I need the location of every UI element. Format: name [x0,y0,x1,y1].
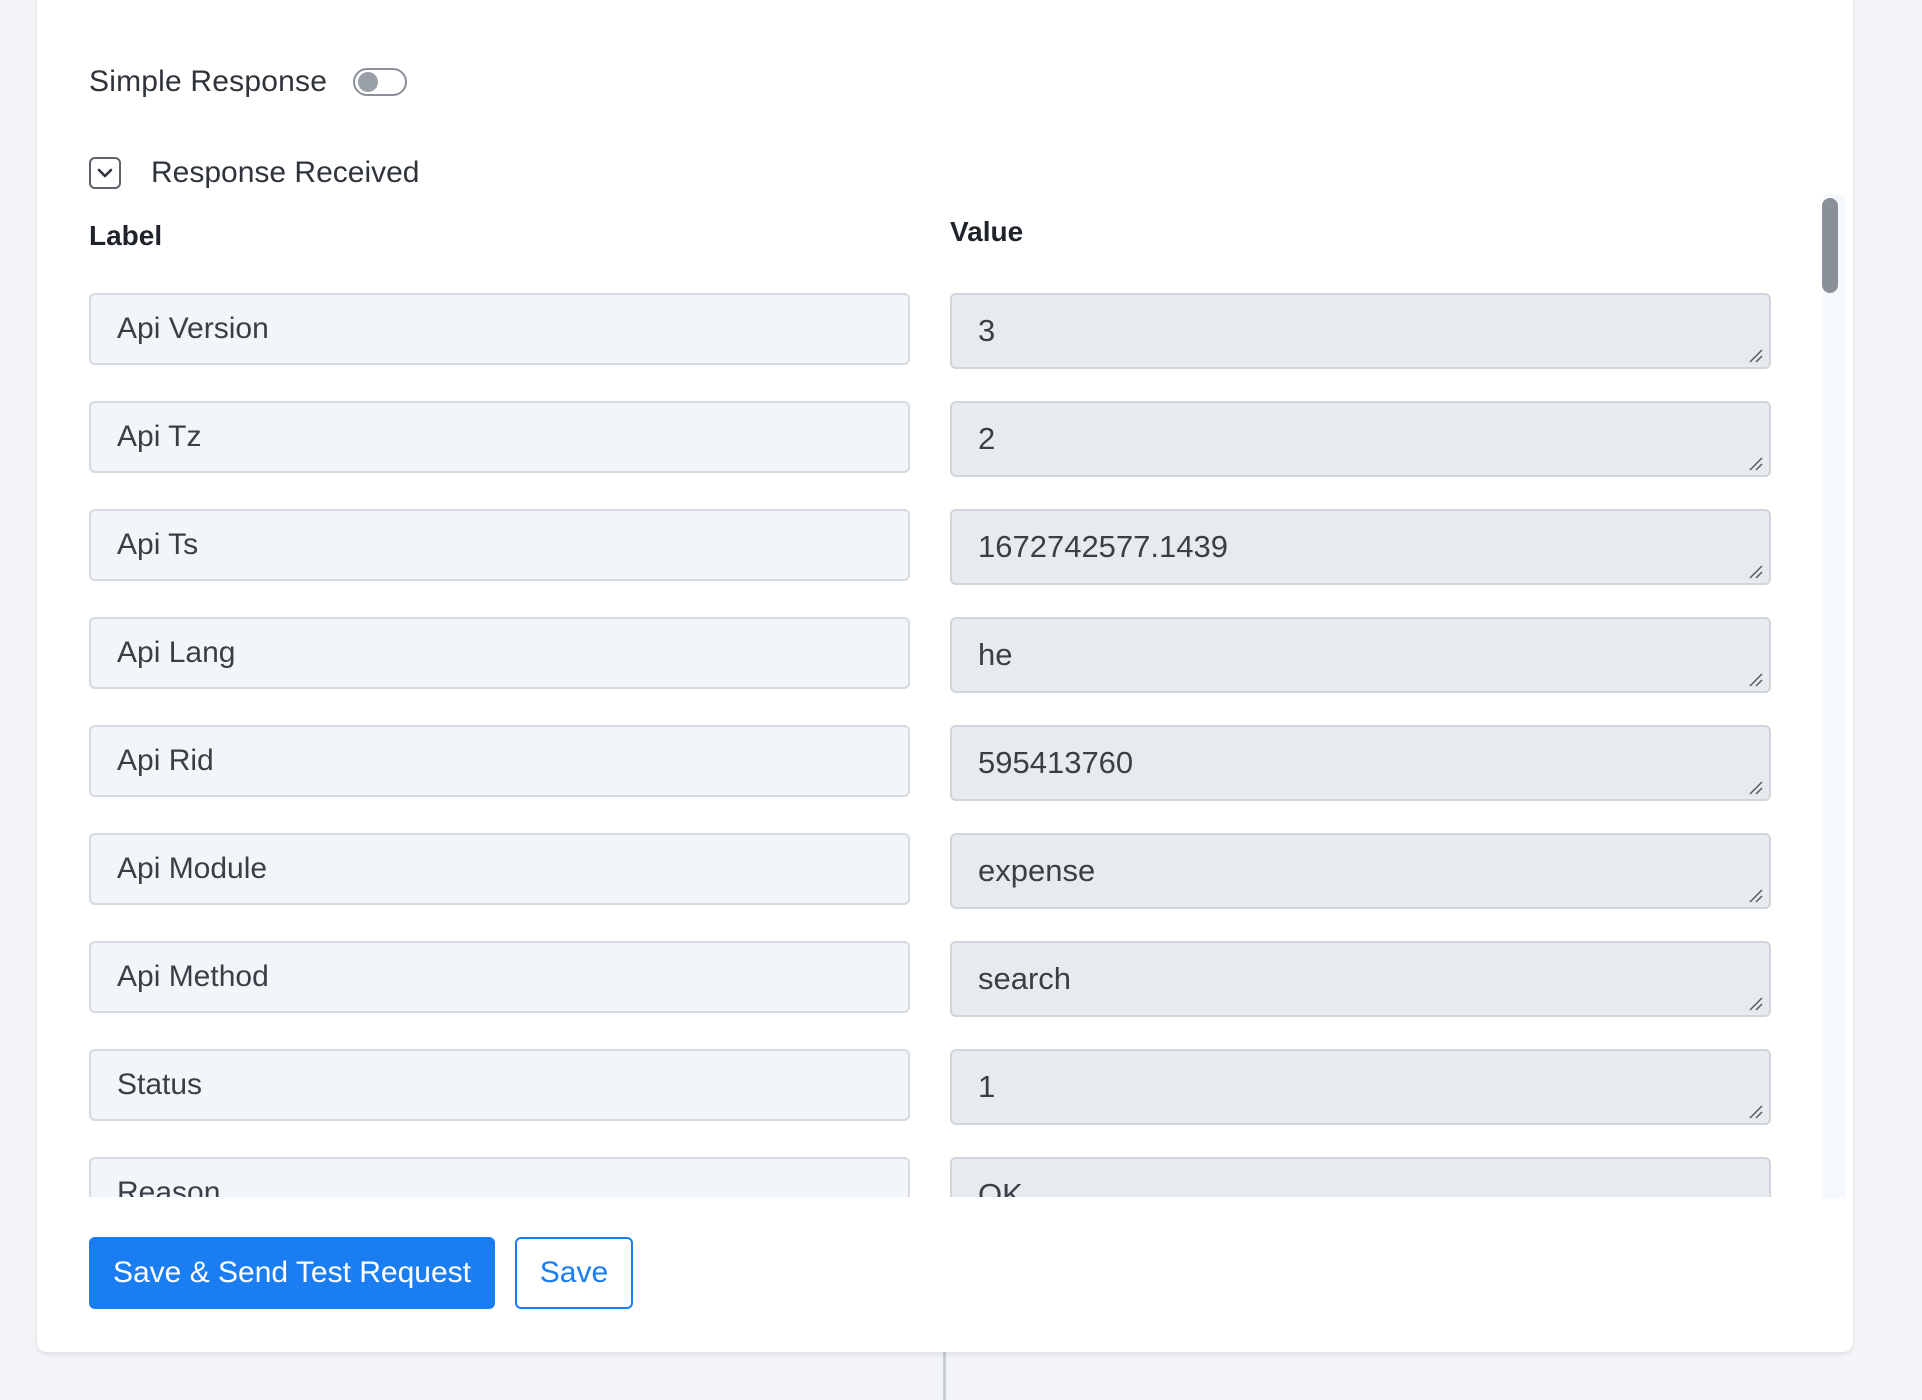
row-value-text: expense [978,853,1096,888]
resize-grip-icon[interactable] [1747,779,1763,795]
response-received-row: Response Received [89,153,420,193]
response-received-collapse-toggle[interactable] [89,157,121,189]
row-value-text: 595413760 [978,745,1134,780]
row-value-text: search [978,961,1072,996]
resize-grip-icon[interactable] [1747,347,1763,363]
row-label-field[interactable]: Api Version [89,293,910,365]
rows-scrollbar-track[interactable] [1823,195,1845,1198]
row-value-field[interactable]: search [950,941,1771,1017]
row-value-text: 1672742577.1439 [978,529,1228,564]
row-label-field[interactable]: Api Ts [89,509,910,581]
response-row: Status 1 [89,1049,1811,1127]
label-column-header: Label [89,220,163,251]
row-label-field[interactable]: Api Rid [89,725,910,797]
chevron-down-icon [97,168,113,178]
response-row: Api Version 3 [89,293,1811,371]
row-value-text: 1 [978,1069,996,1104]
row-label-field[interactable]: Api Lang [89,617,910,689]
row-value-field[interactable]: he [950,617,1771,693]
row-value-text: 2 [978,421,996,456]
row-label-field[interactable]: Api Method [89,941,910,1013]
response-row: Reason OK [89,1157,1811,1197]
response-rows-list: Api Version 3 Api Tz 2 Api Ts 1672742577… [89,293,1811,1197]
row-value-text: OK [978,1177,1023,1197]
row-value-field[interactable]: 1672742577.1439 [950,509,1771,585]
row-value-field[interactable]: OK [950,1157,1771,1197]
simple-response-label: Simple Response [89,65,328,98]
response-row: Api Tz 2 [89,401,1811,479]
row-value-text: he [978,637,1013,672]
row-label-field[interactable]: Api Tz [89,401,910,473]
resize-grip-icon[interactable] [1747,1103,1763,1119]
response-row: Api Lang he [89,617,1811,695]
response-row: Api Ts 1672742577.1439 [89,509,1811,587]
row-label-field[interactable]: Api Module [89,833,910,905]
response-row: Api Rid 595413760 [89,725,1811,803]
row-value-field[interactable]: 1 [950,1049,1771,1125]
response-card: Simple Response Response Received Label … [37,0,1853,1352]
resize-grip-icon[interactable] [1747,995,1763,1011]
save-button[interactable]: Save [515,1237,633,1309]
resize-grip-icon[interactable] [1747,887,1763,903]
simple-response-row: Simple Response [89,60,408,104]
toggle-knob [358,72,379,92]
rows-scrollbar-thumb[interactable] [1822,198,1838,293]
response-row: Api Module expense [89,833,1811,911]
row-value-text: 3 [978,313,996,348]
row-value-field[interactable]: 595413760 [950,725,1771,801]
save-and-send-test-request-button[interactable]: Save & Send Test Request [89,1237,495,1309]
simple-response-toggle[interactable] [353,68,408,96]
response-row: Api Method search [89,941,1811,1019]
value-column-header: Value [950,216,1024,247]
resize-grip-icon[interactable] [1747,455,1763,471]
row-value-field[interactable]: 3 [950,293,1771,369]
resize-grip-icon[interactable] [1747,671,1763,687]
row-value-field[interactable]: expense [950,833,1771,909]
response-received-label: Response Received [151,156,420,189]
row-value-field[interactable]: 2 [950,401,1771,477]
resize-grip-icon[interactable] [1747,563,1763,579]
row-label-field[interactable]: Reason [89,1157,910,1197]
row-label-field[interactable]: Status [89,1049,910,1121]
